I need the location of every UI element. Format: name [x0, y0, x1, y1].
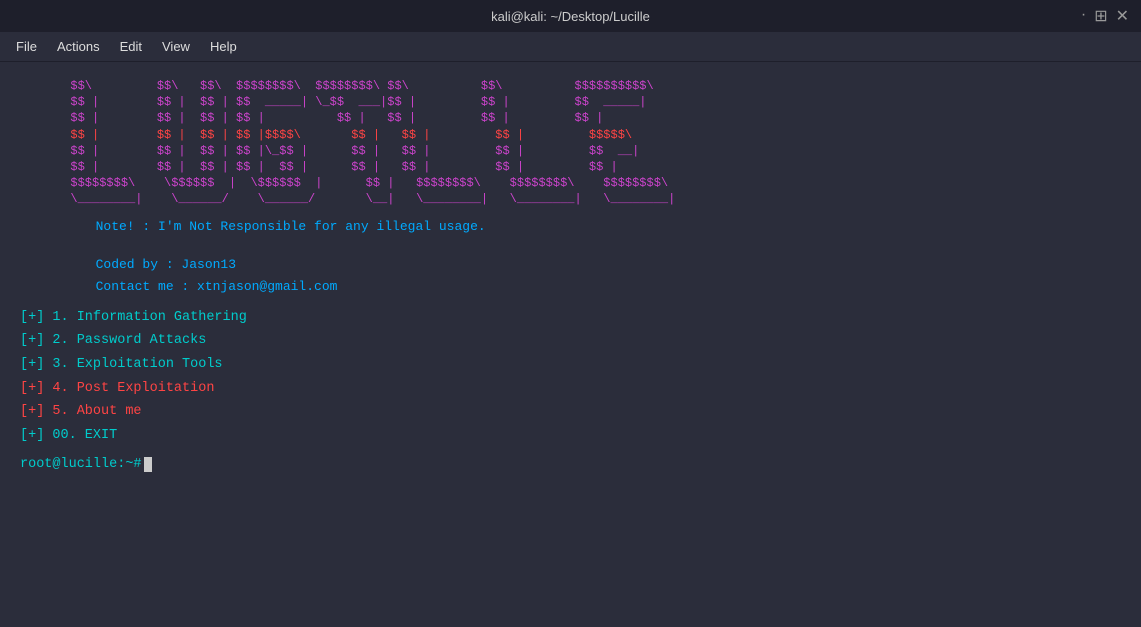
menu-help[interactable]: Help [202, 35, 245, 58]
terminal-prompt[interactable]: root@lucille:~# [20, 456, 1121, 475]
menu-view[interactable]: View [154, 35, 198, 58]
prompt-text: root@lucille:~# [20, 456, 142, 475]
title-bar: kali@kali: ~/Desktop/Lucille · ⊞ ✕ [0, 0, 1141, 32]
window-title: kali@kali: ~/Desktop/Lucille [491, 9, 650, 24]
menu-opt-2: [+] 2. Password Attacks [20, 329, 1121, 353]
note-details: Coded by : Jason13 Contact me : xtnjason… [80, 254, 1121, 298]
note-section: Note! : I'm Not Responsible for any ille… [80, 216, 1121, 238]
window-controls[interactable]: · ⊞ ✕ [1081, 6, 1129, 26]
menu-opt-3: [+] 3. Exploitation Tools [20, 353, 1121, 377]
menu-bar: File Actions Edit View Help [0, 32, 1141, 62]
menu-options: [+] 1. Information Gathering [+] 2. Pass… [20, 306, 1121, 448]
menu-actions[interactable]: Actions [49, 35, 108, 58]
menu-opt-1: [+] 1. Information Gathering [20, 306, 1121, 330]
cursor-blink [144, 457, 152, 472]
menu-opt-00: [+] 00. EXIT [20, 424, 1121, 448]
menu-file[interactable]: File [8, 35, 45, 58]
maximize-button[interactable]: ⊞ [1094, 6, 1107, 26]
close-button[interactable]: ✕ [1116, 6, 1129, 26]
ascii-art: $$\ $$\ $$\ $$$$$$$$\ $$$$$$$$\ $$\ $$\ … [20, 78, 1121, 208]
menu-edit[interactable]: Edit [112, 35, 150, 58]
minimize-button[interactable]: · [1081, 6, 1086, 26]
menu-opt-4: [+] 4. Post Exploitation [20, 377, 1121, 401]
menu-opt-5: [+] 5. About me [20, 400, 1121, 424]
terminal-body: $$\ $$\ $$\ $$$$$$$$\ $$$$$$$$\ $$\ $$\ … [0, 62, 1141, 627]
